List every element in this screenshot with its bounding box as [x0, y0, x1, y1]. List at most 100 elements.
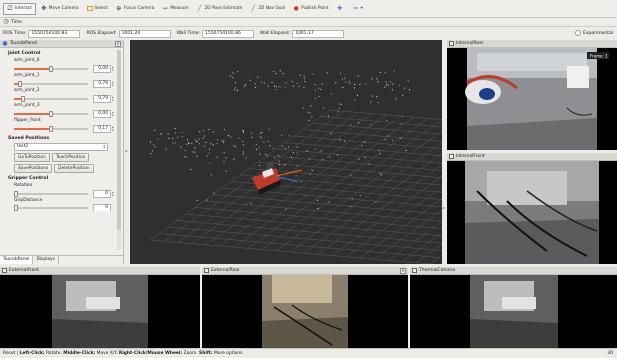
joint-slider[interactable] — [14, 65, 88, 72]
spin-arrows-icon[interactable]: ▴ ▾ — [112, 110, 115, 117]
ros-elapsed-field: 1001.24 — [118, 29, 171, 38]
saved-positions-title: Saved Positions — [8, 136, 50, 141]
camera-icon — [449, 41, 454, 46]
wall-elapsed-field: 1001.17 — [292, 29, 345, 38]
internal-rear-view[interactable]: Frame: 1 — [447, 48, 617, 150]
spin-arrows-icon[interactable]: ▴ ▾ — [112, 80, 115, 87]
tool-add[interactable]: ✚ — [334, 3, 348, 15]
saved-buttons-row-1: GoToPosition TeachPosition — [14, 153, 123, 162]
3d-scene — [149, 70, 442, 264]
joint-spinbox[interactable]: 0,00 — [93, 64, 111, 73]
chevron-updown-icon: ⇕ — [102, 144, 106, 149]
teach-position-button[interactable]: TeachPosition — [51, 153, 90, 162]
focus-camera-icon: ⊕ — [116, 4, 122, 12]
joint-slider[interactable] — [14, 125, 88, 132]
tool-pose-estimate[interactable]: ╱ 2D Pose Estimate — [194, 3, 246, 15]
spin-arrows-icon[interactable]: ▴ ▾ — [112, 125, 115, 132]
tool-remove-dropdown[interactable]: ━ ▾ — [350, 3, 366, 15]
left-dock-tabs: TaurobPanel Displays — [0, 255, 124, 264]
joint-slider[interactable] — [14, 95, 88, 102]
joint-spinbox[interactable]: 0,79 — [93, 94, 111, 103]
thermal-camera-image — [410, 275, 617, 348]
interact-icon: ⎚ — [7, 4, 13, 12]
reset-button[interactable]: Reset — [3, 351, 15, 356]
external-front-image — [0, 275, 200, 348]
go-to-position-button[interactable]: GoToPosition — [14, 153, 50, 162]
rotation-row: 0 ▴ ▾ — [14, 189, 123, 198]
grip-distance-slider[interactable] — [14, 204, 88, 211]
scrollbar-thumb[interactable] — [117, 50, 121, 230]
panel-scrollbar[interactable] — [117, 50, 121, 250]
joint-slider[interactable] — [14, 80, 88, 87]
joint-list: arm_joint_0 0,00 ▴ ▾ arm_joint_1 0,79 ▴ ▾ arm_jo… — [0, 58, 123, 133]
thermal-camera-view[interactable] — [410, 275, 617, 348]
chevron-down-icon: ▾ — [360, 6, 363, 11]
joint-control-title: Joint Control — [8, 51, 41, 56]
minus-icon: ━ — [353, 4, 358, 12]
tool-select[interactable]: Select — [84, 3, 111, 15]
time-panel-title: Time — [11, 19, 23, 25]
external-rear-title: ExternalRear × — [202, 267, 408, 275]
grip-distance-row: 0 — [14, 204, 123, 211]
taurob-panel-title: ● TaurobPanel × — [0, 40, 123, 48]
joint-row: 0,79 ▴ ▾ — [14, 94, 123, 103]
slider-knob[interactable] — [49, 110, 53, 117]
close-icon[interactable]: × — [115, 41, 121, 47]
external-front-title: ExternalFront — [0, 267, 200, 275]
joint-row: 0,00 ▴ ▾ — [14, 109, 123, 118]
select-icon — [86, 6, 93, 11]
ros-time-field: 1550754100.83 — [28, 29, 81, 38]
joint-slider[interactable] — [14, 110, 88, 117]
spin-arrows-icon[interactable]: ▴ ▾ — [112, 65, 115, 72]
delete-position-button[interactable]: DeletePosition — [54, 164, 94, 173]
spin-arrows-icon[interactable]: ▴ ▾ — [112, 190, 115, 197]
joint-row: 0,17 ▴ ▾ — [14, 124, 123, 133]
external-front-view[interactable] — [0, 275, 200, 348]
experimental-toggle[interactable]: Experimental — [574, 30, 613, 36]
external-rear-view[interactable] — [202, 275, 408, 348]
internal-front-image — [447, 161, 617, 264]
close-icon[interactable]: × — [400, 268, 406, 274]
wall-elapsed-label: Wall Elapsed: — [260, 31, 291, 36]
pose-estimate-icon: ╱ — [197, 4, 202, 12]
move-camera-icon: ✥ — [41, 4, 47, 12]
external-rear-image — [202, 275, 408, 348]
wall-time-label: Wall Time: — [176, 31, 201, 36]
collapse-right-handle[interactable]: ▸ — [443, 205, 445, 210]
slider-knob[interactable] — [20, 95, 25, 102]
fps-counter: 30 — [607, 351, 613, 356]
tool-move-camera[interactable]: ✥ Move Camera — [38, 3, 82, 15]
tool-interact[interactable]: ⎚ Interact — [3, 2, 36, 15]
internal-front-view[interactable] — [447, 161, 617, 264]
rotation-spinbox[interactable]: 0 — [93, 189, 111, 198]
panel-icon: ● — [2, 39, 8, 47]
3d-render-view[interactable] — [130, 40, 442, 264]
rotation-slider[interactable] — [14, 190, 88, 197]
tool-nav-goal[interactable]: ╱ 2D Nav Goal — [247, 3, 288, 15]
slider-knob[interactable] — [49, 65, 53, 72]
collapse-left-handle[interactable]: ◂ — [125, 148, 127, 153]
nav-goal-icon: ╱ — [251, 4, 256, 12]
tool-measure[interactable]: ⇿ Measure — [159, 3, 191, 15]
ros-elapsed-label: ROS Elapsed: — [86, 31, 117, 36]
tool-publish-point[interactable]: ● Publish Point — [290, 3, 331, 15]
joint-spinbox[interactable]: 0,79 — [93, 79, 111, 88]
experimental-radio[interactable] — [574, 30, 581, 36]
slider-knob[interactable] — [17, 80, 22, 87]
tab-taurob-panel[interactable]: TaurobPanel — [0, 256, 34, 264]
measure-icon: ⇿ — [162, 4, 168, 12]
joint-spinbox[interactable]: 0,17 — [93, 124, 111, 133]
thermal-camera-title: ThermalCamera — [410, 267, 617, 275]
saved-buttons-row-2: SavePositions DeletePosition — [14, 164, 123, 173]
plus-icon: ✚ — [337, 4, 343, 12]
publish-point-icon: ● — [293, 4, 299, 12]
spin-arrows-icon[interactable]: ▴ ▾ — [112, 95, 115, 102]
grip-distance-spinbox[interactable]: 0 — [93, 204, 111, 211]
saved-positions-select[interactable]: test2 ⇕ — [14, 143, 108, 151]
joint-spinbox[interactable]: 0,00 — [93, 109, 111, 118]
time-bar: ROS Time: 1550754100.83 ROS Elapsed: 100… — [0, 27, 617, 40]
tool-focus-camera[interactable]: ⊕ Focus Camera — [113, 3, 158, 15]
save-positions-button[interactable]: SavePositions — [14, 164, 53, 173]
slider-knob[interactable] — [49, 125, 53, 132]
tab-displays[interactable]: Displays — [33, 256, 59, 264]
